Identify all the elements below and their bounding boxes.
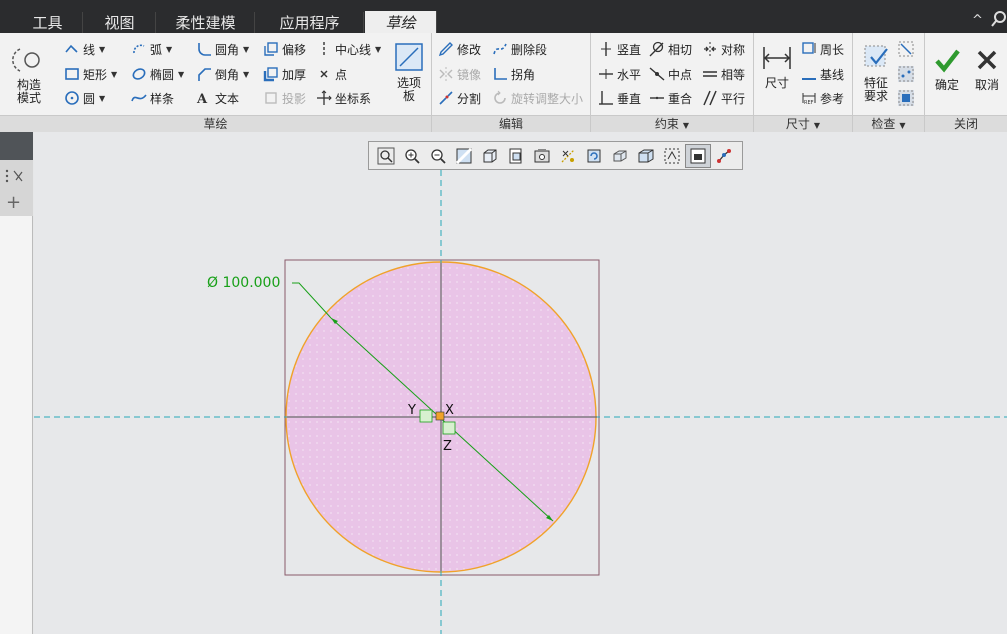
- datum-display-button[interactable]: [555, 144, 581, 168]
- display-style-icon: [613, 150, 627, 161]
- saved-orientations-button[interactable]: [477, 144, 503, 168]
- spin-center-icon: [587, 149, 601, 162]
- sketch-view-button[interactable]: [685, 143, 711, 168]
- sketcher-display-filters-icon: [717, 148, 731, 163]
- origin-marker: [435, 411, 445, 421]
- saved-orientations-icon: [483, 149, 497, 162]
- view-manager-icon: [534, 148, 550, 162]
- datum-display-icon: [561, 149, 575, 162]
- zoom-in-icon: [405, 148, 420, 164]
- refit-icon: [377, 147, 395, 164]
- diameter-dimension-label[interactable]: Ø 100.000: [207, 275, 280, 291]
- z-axis-marker-icon: [442, 421, 456, 435]
- annotation-display-icon: [664, 148, 680, 163]
- repaint-button[interactable]: [451, 144, 477, 168]
- perspective-view-button[interactable]: [633, 144, 659, 168]
- annotation-display-button[interactable]: [659, 144, 685, 168]
- named-views-icon: [509, 148, 522, 163]
- sketch-drawing: [34, 170, 1007, 634]
- axis-z-label: Z: [443, 439, 452, 454]
- sketcher-display-filters-button[interactable]: [711, 144, 737, 168]
- sketch-view-icon: [690, 148, 706, 163]
- repaint-icon: [455, 147, 473, 164]
- y-axis-marker-icon: [419, 409, 433, 423]
- display-style-button[interactable]: [607, 144, 633, 168]
- axis-x-label: X: [445, 403, 454, 418]
- spin-center-button[interactable]: [581, 144, 607, 168]
- view-manager-button[interactable]: [529, 144, 555, 168]
- zoom-out-icon: [431, 148, 446, 164]
- named-views-button[interactable]: [503, 144, 529, 168]
- dimension-leader: [292, 282, 332, 319]
- perspective-view-icon: [638, 149, 654, 162]
- axis-y-label: Y: [408, 403, 416, 418]
- view-toolbar: [368, 141, 743, 170]
- zoom-in-button[interactable]: [399, 144, 425, 168]
- zoom-out-button[interactable]: [425, 144, 451, 168]
- refit-button[interactable]: [373, 144, 399, 168]
